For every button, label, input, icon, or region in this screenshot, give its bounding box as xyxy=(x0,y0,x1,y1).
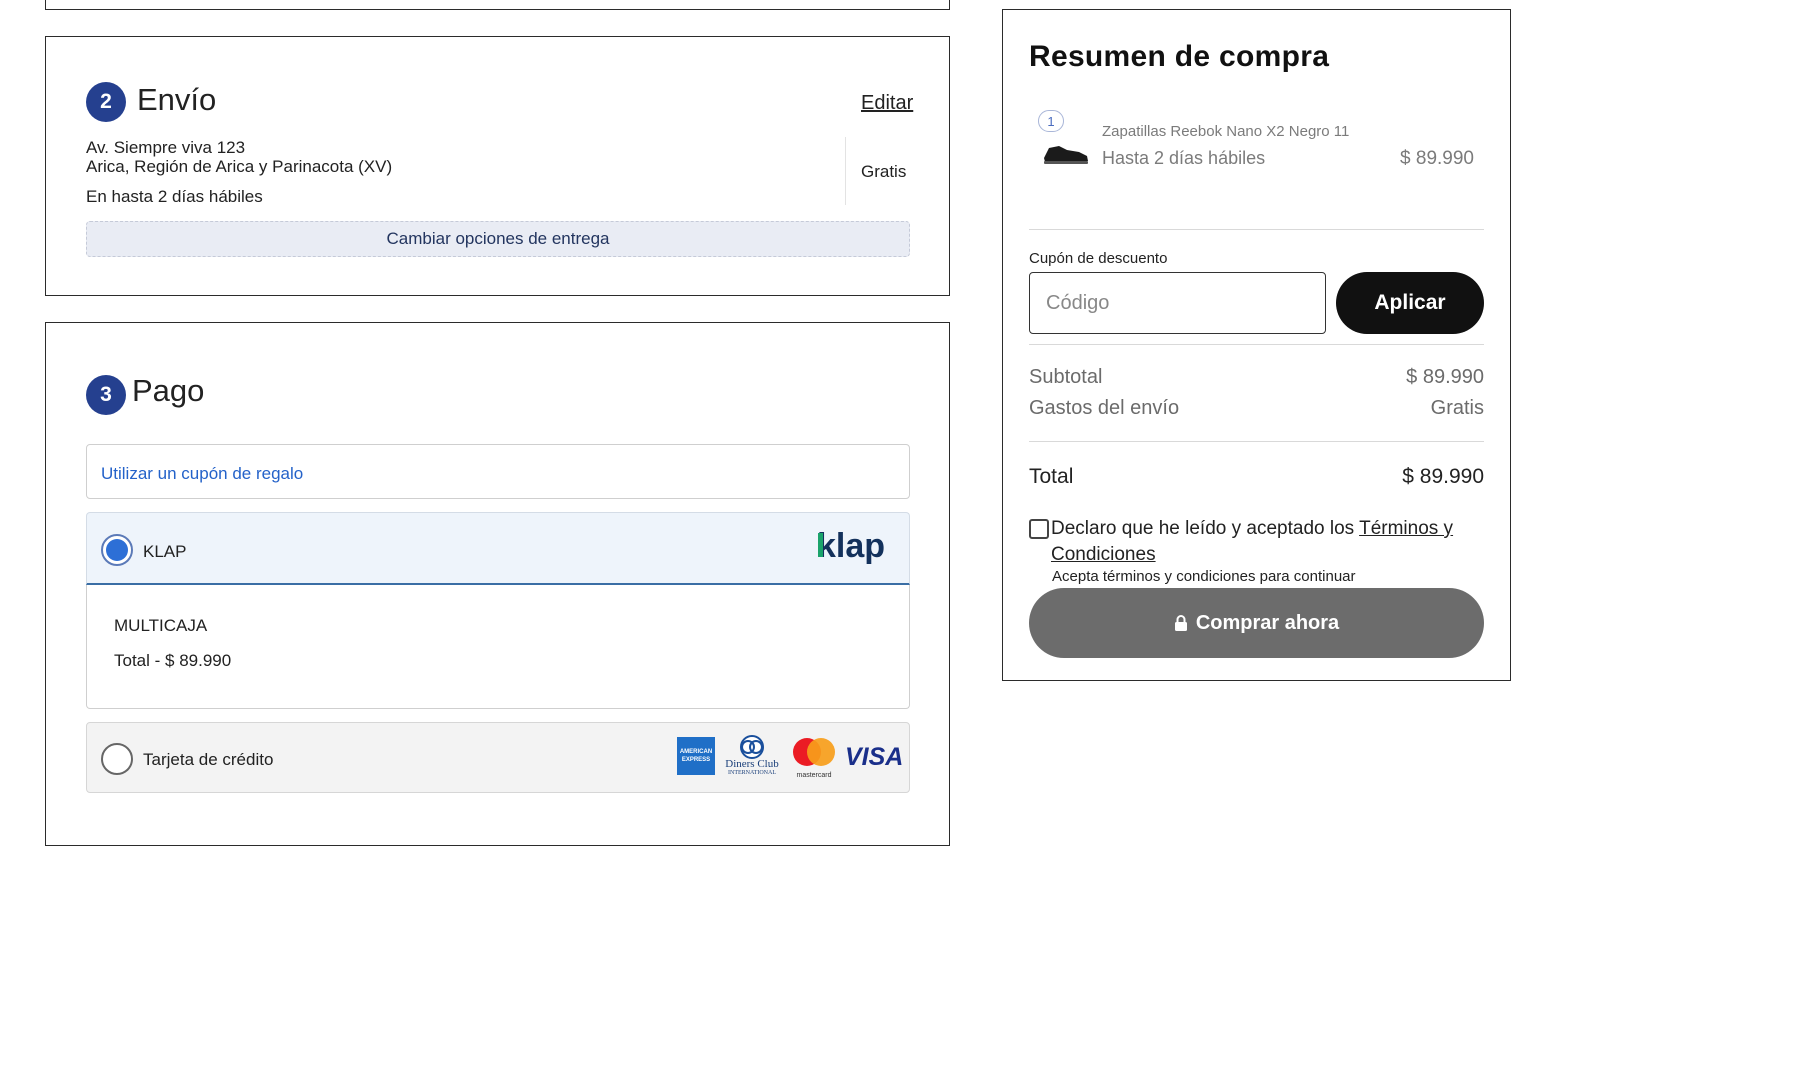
buy-now-button[interactable]: Comprar ahora xyxy=(1029,588,1484,658)
order-summary: Resumen de compra 1 Zapatillas Reebok Na… xyxy=(1002,9,1511,681)
diners-line1: Diners Club xyxy=(725,758,779,770)
subtotal-value: $ 89.990 xyxy=(1406,366,1484,388)
payment-section: 3 Pago Utilizar un cupón de regalo KLAP … xyxy=(45,322,950,846)
terms-link-line1[interactable]: Términos y xyxy=(1359,518,1453,539)
step-badge-shipping: 2 xyxy=(86,82,126,122)
payment-option-credit-card[interactable]: Tarjeta de crédito AMERICAN EXPRESS Dine… xyxy=(86,722,910,793)
terms-hint: Acepta términos y condiciones para conti… xyxy=(1052,568,1356,585)
klap-label: KLAP xyxy=(143,542,187,561)
divider-1 xyxy=(1029,229,1484,230)
item-name: Zapatillas Reebok Nano X2 Negro 11 xyxy=(1102,123,1350,140)
shipping-cost: Gratis xyxy=(861,162,907,181)
credit-card-radio[interactable] xyxy=(101,743,133,775)
lock-icon xyxy=(1174,615,1187,631)
subtotal-label: Subtotal xyxy=(1029,366,1103,388)
shipping-divider xyxy=(845,137,846,205)
amex-line2: EXPRESS xyxy=(681,757,711,763)
mastercard-icon: mastercard xyxy=(790,737,838,779)
item-price: $ 89.990 xyxy=(1400,148,1474,169)
klap-logo-text: klap xyxy=(817,527,885,565)
klap-method: MULTICAJA xyxy=(114,616,208,635)
terms-text: Declaro que he leído y aceptado los Térm… xyxy=(1051,516,1481,568)
shipping-section: 2 Envío Editar Av. Siempre viva 123 Aric… xyxy=(45,36,950,296)
step-badge-payment: 3 xyxy=(86,375,126,415)
diners-club-icon: Diners Club INTERNATIONAL xyxy=(724,735,780,779)
summary-title: Resumen de compra xyxy=(1029,40,1330,73)
buy-now-label: Comprar ahora xyxy=(1195,611,1340,634)
payment-option-klap[interactable]: KLAP klap xyxy=(86,512,910,585)
total-value: $ 89.990 xyxy=(1402,465,1484,488)
terms-prefix: Declaro que he leído y aceptado los xyxy=(1051,518,1355,539)
shipping-cost-label: Gastos del envío xyxy=(1029,397,1180,419)
mastercard-label: mastercard xyxy=(796,772,832,779)
change-delivery-button[interactable]: Cambiar opciones de entrega xyxy=(86,221,910,257)
klap-radio[interactable] xyxy=(101,534,133,566)
delivery-time: En hasta 2 días hábiles xyxy=(86,187,263,206)
shipping-title: Envío xyxy=(137,82,217,117)
amex-line1: AMERICAN xyxy=(679,749,713,755)
credit-card-label: Tarjeta de crédito xyxy=(143,750,274,769)
shipping-cost-value: Gratis xyxy=(1430,397,1484,419)
payment-title: Pago xyxy=(132,373,205,408)
klap-details: MULTICAJA Total - $ 89.990 xyxy=(86,585,910,709)
edit-shipping-link[interactable]: Editar xyxy=(861,92,913,115)
terms-link-line2[interactable]: Condiciones xyxy=(1051,544,1156,565)
item-quantity-badge: 1 xyxy=(1038,110,1064,132)
visa-icon: VISA xyxy=(845,743,904,771)
klap-total: Total - $ 89.990 xyxy=(114,651,232,670)
total-label: Total xyxy=(1029,465,1074,488)
coupon-label: Cupón de descuento xyxy=(1029,250,1168,267)
gift-coupon-box[interactable]: Utilizar un cupón de regalo xyxy=(86,444,910,499)
terms-checkbox[interactable] xyxy=(1029,519,1049,539)
coupon-input[interactable] xyxy=(1029,272,1326,334)
gift-coupon-link[interactable]: Utilizar un cupón de regalo xyxy=(101,464,303,484)
amex-icon: AMERICAN EXPRESS xyxy=(677,737,715,775)
divider-3 xyxy=(1029,441,1484,442)
apply-coupon-button[interactable]: Aplicar xyxy=(1336,272,1484,334)
previous-step-box xyxy=(45,0,950,10)
klap-logo-icon: klap xyxy=(817,527,889,567)
item-delivery: Hasta 2 días hábiles xyxy=(1102,148,1266,168)
divider-2 xyxy=(1029,344,1484,345)
diners-line2: INTERNATIONAL xyxy=(728,770,776,776)
shoe-thumbnail-icon xyxy=(1041,138,1091,168)
address-line-2: Arica, Región de Arica y Parinacota (XV) xyxy=(86,157,393,176)
